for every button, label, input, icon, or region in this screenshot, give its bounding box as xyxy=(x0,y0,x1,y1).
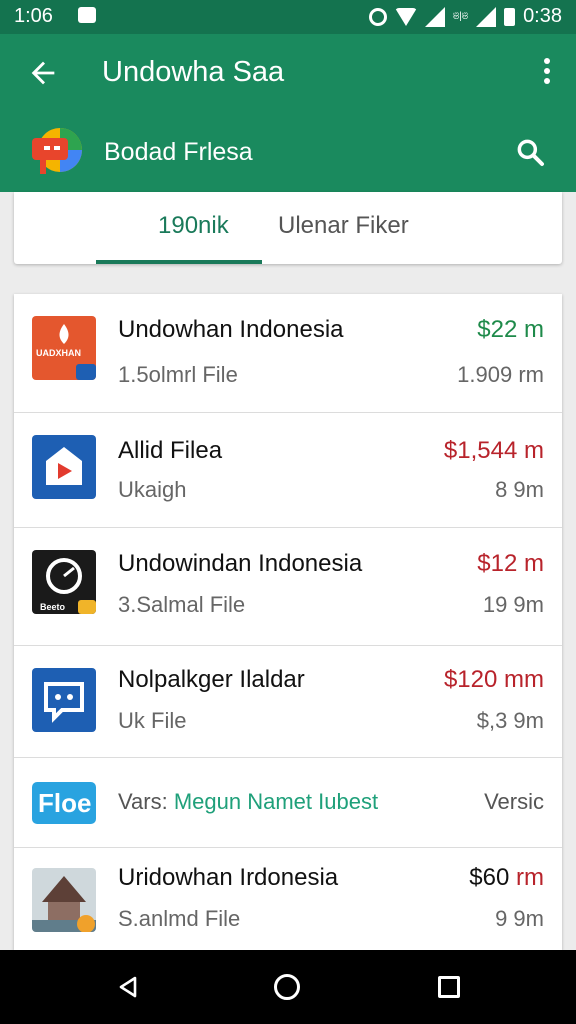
app-bar: Undowha Saa Bodad Frlesa xyxy=(0,34,576,192)
nav-home-icon[interactable] xyxy=(274,974,300,1000)
temple-app-icon xyxy=(32,868,96,932)
active-tab-indicator xyxy=(96,260,262,264)
list-item[interactable]: Beeto Undowindan Indonesia 3.Salmal File… xyxy=(14,528,562,646)
tab-bar: 190nik Ulenar Fiker xyxy=(14,192,562,264)
back-arrow-icon[interactable] xyxy=(26,56,60,90)
item-title: Allid Filea xyxy=(118,437,223,464)
status-bar: 1:06 ଞ|ଞ 0:38 xyxy=(0,0,576,34)
item-title: Undowhan Indonesia xyxy=(118,316,344,343)
search-icon[interactable] xyxy=(514,136,546,168)
signal-icon-2 xyxy=(476,6,497,27)
notification-icon xyxy=(78,7,96,23)
signal-icon xyxy=(424,6,445,27)
tag-prefix: Vars: xyxy=(118,789,168,814)
item-price: $22 m xyxy=(477,316,544,343)
item-price-unit: rm xyxy=(516,864,544,891)
app-logo xyxy=(32,128,82,174)
item-subtitle: 3.Salmal File xyxy=(118,592,246,617)
system-nav-bar xyxy=(0,950,576,1024)
list-item[interactable]: Nolpalkger Ilaldar Uk File $120 mm $,3 9… xyxy=(14,646,562,758)
tag-highlight: Megun Namet Iubest xyxy=(173,789,379,814)
item-subtitle: Uk File xyxy=(118,708,187,733)
list-item[interactable]: Uridowhan Irdonesia S.anlmd File $60 rm … xyxy=(14,848,562,950)
thumb-label: UADXHAN xyxy=(36,348,81,358)
item-size: $,3 9m xyxy=(476,708,544,733)
nav-back-icon[interactable] xyxy=(116,975,140,999)
item-size: 1.909 rm xyxy=(457,362,544,387)
status-tiny-text: ଞ|ଞ xyxy=(452,11,469,22)
list-item[interactable]: Allid Filea Ukaigh $1,544 m 8 9m xyxy=(14,413,562,528)
item-price: $60 rm xyxy=(469,864,544,892)
list-item[interactable]: Floe Vars: Megun Namet Iubest Versic xyxy=(14,758,562,848)
nav-recents-icon[interactable] xyxy=(438,976,460,998)
item-price: $12 m xyxy=(477,550,544,577)
item-size: 8 9m xyxy=(495,477,544,502)
item-subtitle: 1.5olmrl File xyxy=(118,362,238,387)
floe-app-icon: Floe xyxy=(32,782,96,824)
item-size: 9 9m xyxy=(495,906,544,931)
item-title: Nolpalkger Ilaldar xyxy=(118,666,305,693)
item-price: $1,544 m xyxy=(443,437,544,464)
status-icons: ଞ|ଞ 0:38 xyxy=(368,5,562,28)
section-title: Bodad Frlesa xyxy=(104,138,253,166)
alarm-icon xyxy=(368,7,387,26)
chat-app-icon xyxy=(32,668,96,732)
item-size: 19 9m xyxy=(482,592,544,617)
thumb-label: Beeto xyxy=(40,602,66,612)
list-item[interactable]: UADXHAN Undowhan Indonesia 1.5olmrl File… xyxy=(14,294,562,413)
item-title: Undowindan Indonesia xyxy=(118,550,363,577)
thumb-label: Floe xyxy=(38,788,92,818)
more-options-icon[interactable] xyxy=(542,58,552,88)
item-price-dollar: $60 xyxy=(469,864,510,891)
item-title: Uridowhan Irdonesia xyxy=(118,864,339,891)
wifi-icon xyxy=(394,7,417,26)
play-app-icon xyxy=(32,435,96,499)
tab-second[interactable]: Ulenar Fiker xyxy=(278,212,409,240)
status-clock: 0:38 xyxy=(523,5,562,27)
tab-first[interactable]: 190nik xyxy=(158,212,229,240)
item-subtitle: Ukaigh xyxy=(118,477,187,502)
item-version: Versic xyxy=(484,789,544,814)
status-time: 1:06 xyxy=(14,5,53,27)
item-price: $120 mm xyxy=(443,666,544,693)
page-title: Undowha Saa xyxy=(102,56,285,88)
item-subtitle: S.anlmd File xyxy=(118,906,241,931)
file-list: UADXHAN Undowhan Indonesia 1.5olmrl File… xyxy=(14,294,562,950)
battery-icon xyxy=(504,7,516,26)
item-tag: Vars: Megun Namet Iubest xyxy=(118,789,378,815)
